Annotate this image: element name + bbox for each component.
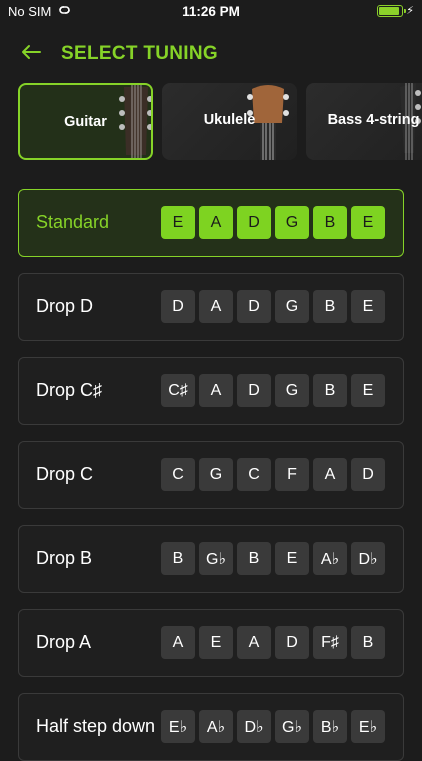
note-chip: G [199,458,233,491]
note-chip: E♭ [351,710,385,743]
note-chip: F [275,458,309,491]
tuning-row-drop-b[interactable]: Drop B B G♭ B E A♭ D♭ [18,525,404,593]
note-chip: D [237,374,271,407]
note-chip: E [199,626,233,659]
note-chip: B [351,626,385,659]
note-chip: D [237,206,271,239]
note-chip: B [313,374,347,407]
note-chip: G♭ [275,710,309,743]
note-chip: C [237,458,271,491]
note-chip: A [199,290,233,323]
note-chip: B [161,542,195,575]
note-chip: G [275,206,309,239]
note-chip: B [237,542,271,575]
tuning-name: Drop B [36,548,93,568]
status-right: ⚡ [377,4,414,17]
tuning-name: Half step down [36,716,156,736]
tuning-row-drop-a[interactable]: Drop A A E A D F♯ B [18,609,404,677]
note-chip: E♭ [161,710,195,743]
note-chip: G [275,290,309,323]
charging-icon: ⚡ [406,5,414,17]
tuning-notes: B G♭ B E A♭ D♭ [161,542,385,575]
tuning-row-drop-c[interactable]: Drop C C G C F A D [18,441,404,509]
instrument-label: Bass 4-string [327,112,420,128]
note-chip: D [351,458,385,491]
battery-icon [377,4,407,17]
note-chip: D [237,290,271,323]
tuning-name: Drop A [36,632,92,652]
note-chip: E [351,374,385,407]
note-chip: A [313,458,347,491]
note-chip: C♯ [161,374,195,407]
note-chip: A [237,626,271,659]
instrument-label: Ukulele [203,112,256,128]
tuning-notes: C♯ A D G B E [161,374,385,407]
status-time: 11:26 PM [182,4,240,19]
status-bar: No SIM 11:26 PM ⚡ [0,0,422,24]
note-chip: E [351,206,385,239]
note-chip: C [161,458,195,491]
tuning-notes: E♭ A♭ D♭ G♭ B♭ E♭ [161,710,385,743]
tuning-notes: C G C F A D [161,458,385,491]
tuning-name: Standard [36,212,110,232]
note-chip: D [161,290,195,323]
instrument-card-bass[interactable]: Bass 4-string [306,83,422,160]
note-chip: G♭ [199,542,233,575]
note-chip: D♭ [237,710,271,743]
note-chip: D [275,626,309,659]
note-chip: E [275,542,309,575]
arrow-left-icon [22,45,41,59]
tuning-name: Drop D [36,296,94,316]
note-chip: F♯ [313,626,347,659]
note-chip: B [313,206,347,239]
tuning-name: Drop C [36,464,94,484]
note-chip: B [313,290,347,323]
instrument-label: Guitar [64,114,107,130]
note-chip: G [275,374,309,407]
tuning-row-drop-c-sharp[interactable]: Drop C♯ C♯ A D G B E [18,357,404,425]
header: SELECT TUNING [0,36,422,70]
note-chip: B♭ [313,710,347,743]
note-chip: A [199,374,233,407]
note-chip: E [351,290,385,323]
tuning-notes: A E A D F♯ B [161,626,385,659]
back-button[interactable] [18,38,44,66]
note-chip: A♭ [199,710,233,743]
note-chip: A [199,206,233,239]
tuning-name: Drop C♯ [36,380,103,400]
page-title: SELECT TUNING [61,43,218,64]
note-chip: D♭ [351,542,385,575]
tuning-notes: E A D G B E [161,206,385,239]
tuning-row-standard[interactable]: Standard E A D G B E [18,189,404,257]
instrument-card-guitar[interactable]: Guitar [18,83,153,160]
instrument-card-ukulele[interactable]: Ukulele [162,83,297,160]
note-chip: E [161,206,195,239]
tuning-row-drop-d[interactable]: Drop D D A D G B E [18,273,404,341]
tuning-row-half-step-down[interactable]: Half step down E♭ A♭ D♭ G♭ B♭ E♭ [18,693,404,761]
tuning-notes: D A D G B E [161,290,385,323]
note-chip: A♭ [313,542,347,575]
instrument-selector: Guitar Ukulele Bass 4-string [18,83,422,160]
note-chip: A [161,626,195,659]
